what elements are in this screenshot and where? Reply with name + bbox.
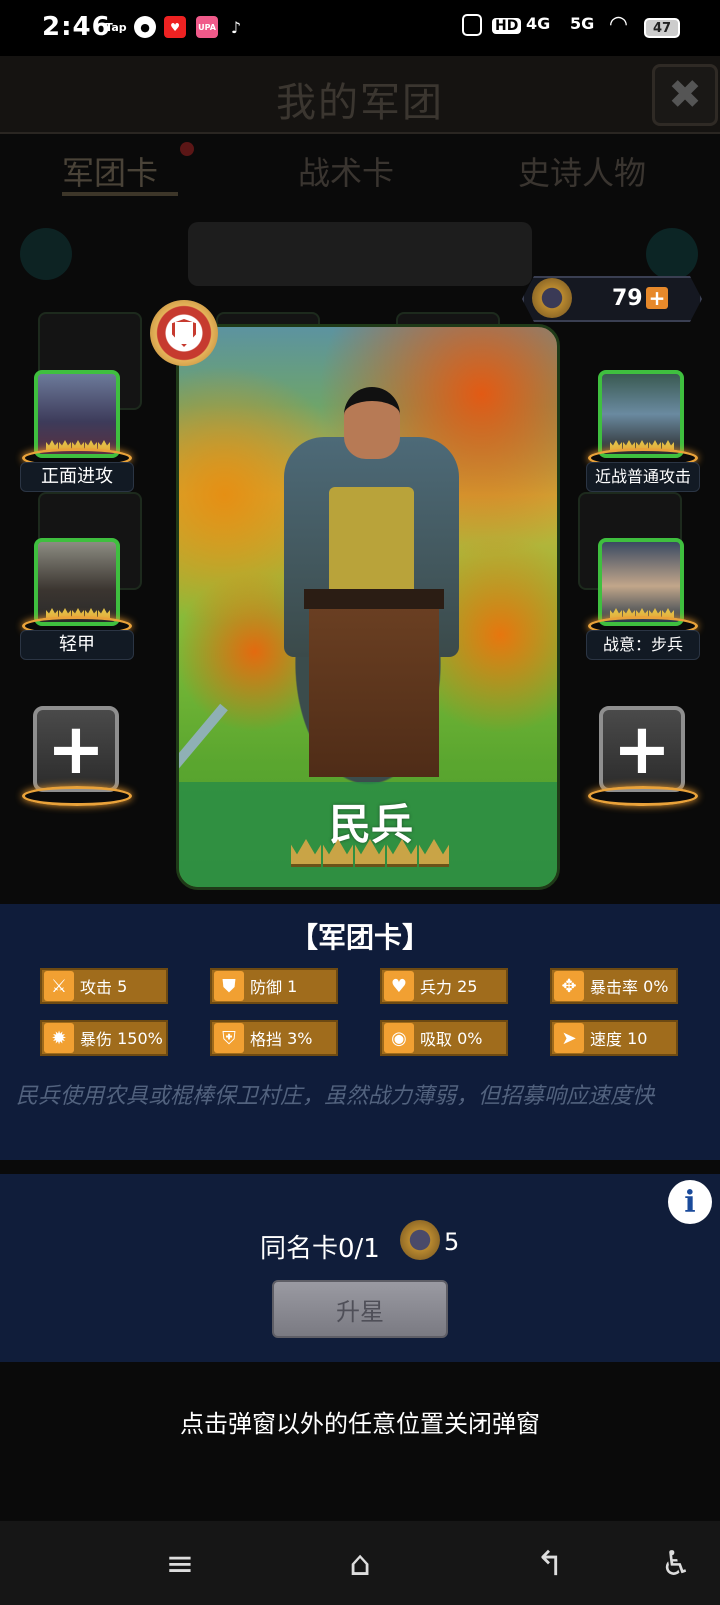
skill-slot-frontal-attack[interactable] (34, 370, 120, 458)
stat-crit-damage: ✹ 暴伤 150% (40, 1020, 168, 1056)
add-skill-button-left[interactable]: + (33, 706, 119, 792)
close-icon: ✖ (668, 72, 702, 118)
crown-star-icon (387, 839, 417, 867)
skill-slot-melee-attack[interactable] (598, 370, 684, 458)
block-icon: ⛨ (214, 1023, 244, 1053)
shield-icon: ⛊ (214, 971, 244, 1001)
tiktok-icon: ♪ (230, 17, 242, 37)
skill-slot-light-armor[interactable] (34, 538, 120, 626)
stat-crit-rate: ✥ 暴击率 0% (550, 968, 678, 1004)
skill-label: 战意：步兵 (586, 630, 700, 660)
shield-badge-icon (150, 300, 218, 366)
accessibility-icon[interactable]: ♿ (656, 1544, 696, 1584)
search-input[interactable] (188, 222, 532, 286)
slot-glow (22, 786, 132, 806)
soldier-legs-art (309, 607, 439, 777)
signal-5g-icon: 5G (570, 14, 595, 33)
slot-glow (588, 786, 698, 806)
upa-app-icon: UPA (196, 16, 218, 38)
soldier-belt-art (304, 589, 444, 609)
heart-icon: ♥ (384, 971, 414, 1001)
skill-label: 近战普通攻击 (586, 462, 700, 492)
back-icon[interactable]: ↰ (530, 1544, 570, 1584)
vivo-app-icon: ♥ (164, 16, 186, 38)
burst-icon: ✹ (44, 1023, 74, 1053)
crown-star-icon (419, 839, 449, 867)
page-title: 我的军团 (276, 80, 444, 126)
home-icon[interactable]: ⌂ (340, 1544, 380, 1584)
currency-value: 79 (612, 286, 643, 311)
medal-icon (532, 278, 572, 318)
active-tab-underline (62, 192, 178, 196)
clock: 2:46 (42, 12, 111, 42)
wifi-icon: ◠ (610, 12, 627, 37)
stat-troops: ♥ 兵力 25 (380, 968, 508, 1004)
filter-button[interactable] (646, 228, 698, 280)
menu-icon[interactable]: ≡ (160, 1544, 200, 1584)
soldier-head-art (344, 387, 400, 459)
stat-attack: ⚔ 攻击 5 (40, 968, 168, 1004)
card-type: 【军团卡】 (289, 921, 430, 954)
add-skill-button-right[interactable]: + (599, 706, 685, 792)
add-currency-button[interactable]: + (646, 287, 668, 309)
duplicate-count: 同名卡0/1 (260, 1234, 380, 1264)
stat-defense: ⛊ 防御 1 (210, 968, 338, 1004)
upgrade-cost: 5 (444, 1228, 460, 1256)
drain-icon: ◉ (384, 1023, 414, 1053)
shield-icon (172, 319, 196, 347)
crown-star-icon (355, 839, 385, 867)
close-button[interactable]: ✖ (652, 64, 718, 126)
medal-icon (400, 1220, 440, 1260)
stat-drain: ◉ 吸取 0% (380, 1020, 508, 1056)
tab-tactic-card[interactable]: 战术卡 (298, 148, 394, 194)
list-view-button[interactable] (20, 228, 72, 280)
wechat-icon: ● (134, 16, 156, 38)
speed-icon: ➤ (554, 1023, 584, 1053)
tab-epic-figures[interactable]: 史诗人物 (518, 148, 646, 194)
upgrade-star-button[interactable]: 升星 (272, 1280, 448, 1338)
skill-label: 正面进攻 (20, 462, 134, 492)
stat-speed: ➤ 速度 10 (550, 1020, 678, 1056)
tap-app-icon: Tap (105, 20, 127, 34)
sword-icon: ⚔ (44, 971, 74, 1001)
star-rating (291, 839, 451, 873)
tab-legion-card[interactable]: 军团卡 (62, 148, 158, 194)
card-description: 民兵使用农具或棍棒保卫村庄，虽然战力薄弱，但招募响应速度快 (16, 1084, 655, 1109)
close-hint: 点击弹窗以外的任意位置关闭弹窗 (180, 1410, 540, 1438)
crown-star-icon (291, 839, 321, 867)
crit-icon: ✥ (554, 971, 584, 1001)
vibrate-icon (462, 14, 482, 36)
signal-4g-icon: 4G (526, 14, 551, 33)
legion-card: 民兵 (176, 324, 560, 890)
skill-slot-infantry-morale[interactable] (598, 538, 684, 626)
skill-label: 轻甲 (20, 630, 134, 660)
info-button[interactable]: i (668, 1180, 712, 1224)
stat-block: ⛨ 格挡 3% (210, 1020, 338, 1056)
notification-dot (180, 142, 194, 156)
hd-icon: HD (492, 18, 522, 34)
crown-star-icon (323, 839, 353, 867)
battery-icon: 47 (644, 18, 680, 38)
